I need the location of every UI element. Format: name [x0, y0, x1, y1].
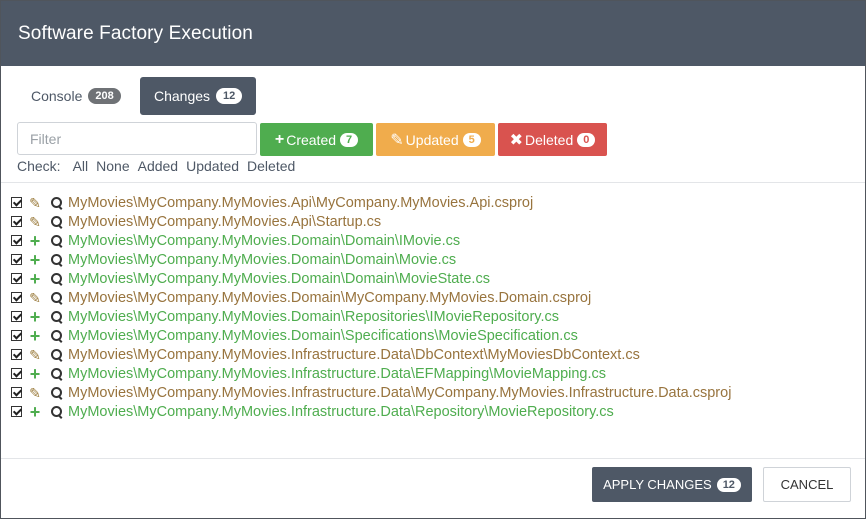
created-count-badge: 7 [340, 132, 359, 147]
tab-console-label: Console [31, 88, 83, 104]
plus-icon: + [29, 249, 41, 270]
plus-icon: + [29, 230, 41, 251]
file-checkbox[interactable] [11, 254, 22, 265]
file-checkbox[interactable] [11, 311, 22, 322]
check-added-link[interactable]: Added [138, 158, 178, 174]
times-icon: ✖ [509, 131, 523, 149]
search-icon[interactable] [50, 367, 66, 381]
divider [1, 182, 865, 183]
file-row: + MyMovies\MyCompany.MyMovies.Domain\Doma… [11, 269, 851, 288]
pencil-icon: ✎ [29, 289, 41, 306]
software-factory-dialog: Software Factory Execution Console 208 C… [0, 0, 866, 519]
tab-changes-label: Changes [154, 88, 211, 104]
file-row: + MyMovies\MyCompany.MyMovies.Infrastruct… [11, 364, 851, 383]
search-icon[interactable] [50, 386, 66, 400]
file-path[interactable]: MyMovies\MyCompany.MyMovies.Domain\Domai… [68, 233, 460, 249]
dialog-title: Software Factory Execution [18, 23, 253, 44]
plus-icon: + [29, 325, 41, 346]
file-checkbox[interactable] [11, 292, 22, 303]
file-row: + MyMovies\MyCompany.MyMovies.Domain\Spec… [11, 326, 851, 345]
file-row: ✎ MyMovies\MyCompany.MyMovies.Infrastruct… [11, 383, 851, 402]
tab-console-count-badge: 208 [88, 88, 121, 104]
created-filter-button[interactable]: + Created 7 [260, 123, 373, 156]
check-all-link[interactable]: All [73, 158, 89, 174]
updated-filter-button[interactable]: ✎ Updated 5 [376, 123, 495, 156]
search-icon[interactable] [50, 348, 66, 362]
check-selector: Check: All None Added Updated Deleted [17, 158, 303, 174]
file-path[interactable]: MyMovies\MyCompany.MyMovies.Domain\Domai… [68, 252, 456, 268]
search-icon[interactable] [50, 291, 66, 305]
pencil-icon: ✎ [29, 384, 41, 401]
file-path[interactable]: MyMovies\MyCompany.MyMovies.Domain\Speci… [68, 328, 578, 344]
file-path[interactable]: MyMovies\MyCompany.MyMovies.Infrastructu… [68, 366, 606, 382]
apply-changes-count-badge: 12 [716, 477, 741, 492]
file-checkbox[interactable] [11, 349, 22, 360]
file-path[interactable]: MyMovies\MyCompany.MyMovies.Domain\MyCom… [68, 290, 591, 306]
deleted-filter-button[interactable]: ✖ Deleted 0 [498, 123, 607, 156]
deleted-count-badge: 0 [577, 132, 596, 147]
file-path[interactable]: MyMovies\MyCompany.MyMovies.Api\Startup.… [68, 214, 381, 230]
file-path[interactable]: MyMovies\MyCompany.MyMovies.Infrastructu… [68, 347, 640, 363]
file-row: ✎ MyMovies\MyCompany.MyMovies.Api\Startup… [11, 212, 851, 231]
file-row: ✎ MyMovies\MyCompany.MyMovies.Domain\MyCo… [11, 288, 851, 307]
plus-icon: + [29, 306, 41, 327]
search-icon[interactable] [50, 215, 66, 229]
file-checkbox[interactable] [11, 197, 22, 208]
search-icon[interactable] [50, 405, 66, 419]
filter-input[interactable] [17, 122, 257, 155]
divider [1, 458, 865, 459]
deleted-filter-label: Deleted [525, 131, 574, 148]
check-label: Check: [17, 158, 61, 174]
pencil-icon: ✎ [29, 194, 41, 211]
pencil-icon: ✎ [390, 131, 404, 149]
file-row: ✎ MyMovies\MyCompany.MyMovies.Infrastruct… [11, 345, 851, 364]
file-checkbox[interactable] [11, 273, 22, 284]
search-icon[interactable] [50, 310, 66, 324]
file-path[interactable]: MyMovies\MyCompany.MyMovies.Api\MyCompan… [68, 195, 533, 211]
file-checkbox[interactable] [11, 387, 22, 398]
search-icon[interactable] [50, 234, 66, 248]
updated-filter-label: Updated [405, 131, 459, 148]
apply-changes-label: APPLY CHANGES [603, 477, 712, 492]
plus-icon: + [29, 268, 41, 289]
file-row: + MyMovies\MyCompany.MyMovies.Infrastruct… [11, 402, 851, 421]
file-path[interactable]: MyMovies\MyCompany.MyMovies.Infrastructu… [68, 404, 614, 420]
apply-changes-button[interactable]: APPLY CHANGES 12 [592, 467, 752, 502]
check-deleted-link[interactable]: Deleted [247, 158, 295, 174]
file-row: ✎ MyMovies\MyCompany.MyMovies.Api\MyCompa… [11, 193, 851, 212]
file-checkbox[interactable] [11, 368, 22, 379]
plus-icon: + [29, 401, 41, 422]
search-icon[interactable] [50, 329, 66, 343]
file-row: + MyMovies\MyCompany.MyMovies.Domain\Doma… [11, 250, 851, 269]
tab-changes[interactable]: Changes 12 [140, 77, 256, 115]
file-checkbox[interactable] [11, 406, 22, 417]
file-checkbox[interactable] [11, 330, 22, 341]
search-icon[interactable] [50, 196, 66, 210]
pencil-icon: ✎ [29, 346, 41, 363]
dialog-header: Software Factory Execution [1, 1, 865, 66]
changed-file-list: ✎ MyMovies\MyCompany.MyMovies.Api\MyCompa… [11, 193, 851, 421]
tab-console[interactable]: Console 208 [17, 77, 135, 115]
check-updated-link[interactable]: Updated [186, 158, 239, 174]
file-path[interactable]: MyMovies\MyCompany.MyMovies.Domain\Repos… [68, 309, 559, 325]
file-checkbox[interactable] [11, 235, 22, 246]
file-checkbox[interactable] [11, 216, 22, 227]
plus-icon: + [29, 363, 41, 384]
file-path[interactable]: MyMovies\MyCompany.MyMovies.Domain\Domai… [68, 271, 490, 287]
file-row: + MyMovies\MyCompany.MyMovies.Domain\Doma… [11, 231, 851, 250]
plus-icon: + [274, 130, 285, 148]
file-path[interactable]: MyMovies\MyCompany.MyMovies.Infrastructu… [68, 385, 731, 401]
updated-count-badge: 5 [462, 132, 481, 147]
created-filter-label: Created [286, 131, 337, 148]
cancel-button[interactable]: CANCEL [763, 467, 851, 502]
pencil-icon: ✎ [29, 213, 41, 230]
check-none-link[interactable]: None [96, 158, 129, 174]
search-icon[interactable] [50, 253, 66, 267]
file-row: + MyMovies\MyCompany.MyMovies.Domain\Repo… [11, 307, 851, 326]
tab-changes-count-badge: 12 [216, 88, 243, 104]
search-icon[interactable] [50, 272, 66, 286]
